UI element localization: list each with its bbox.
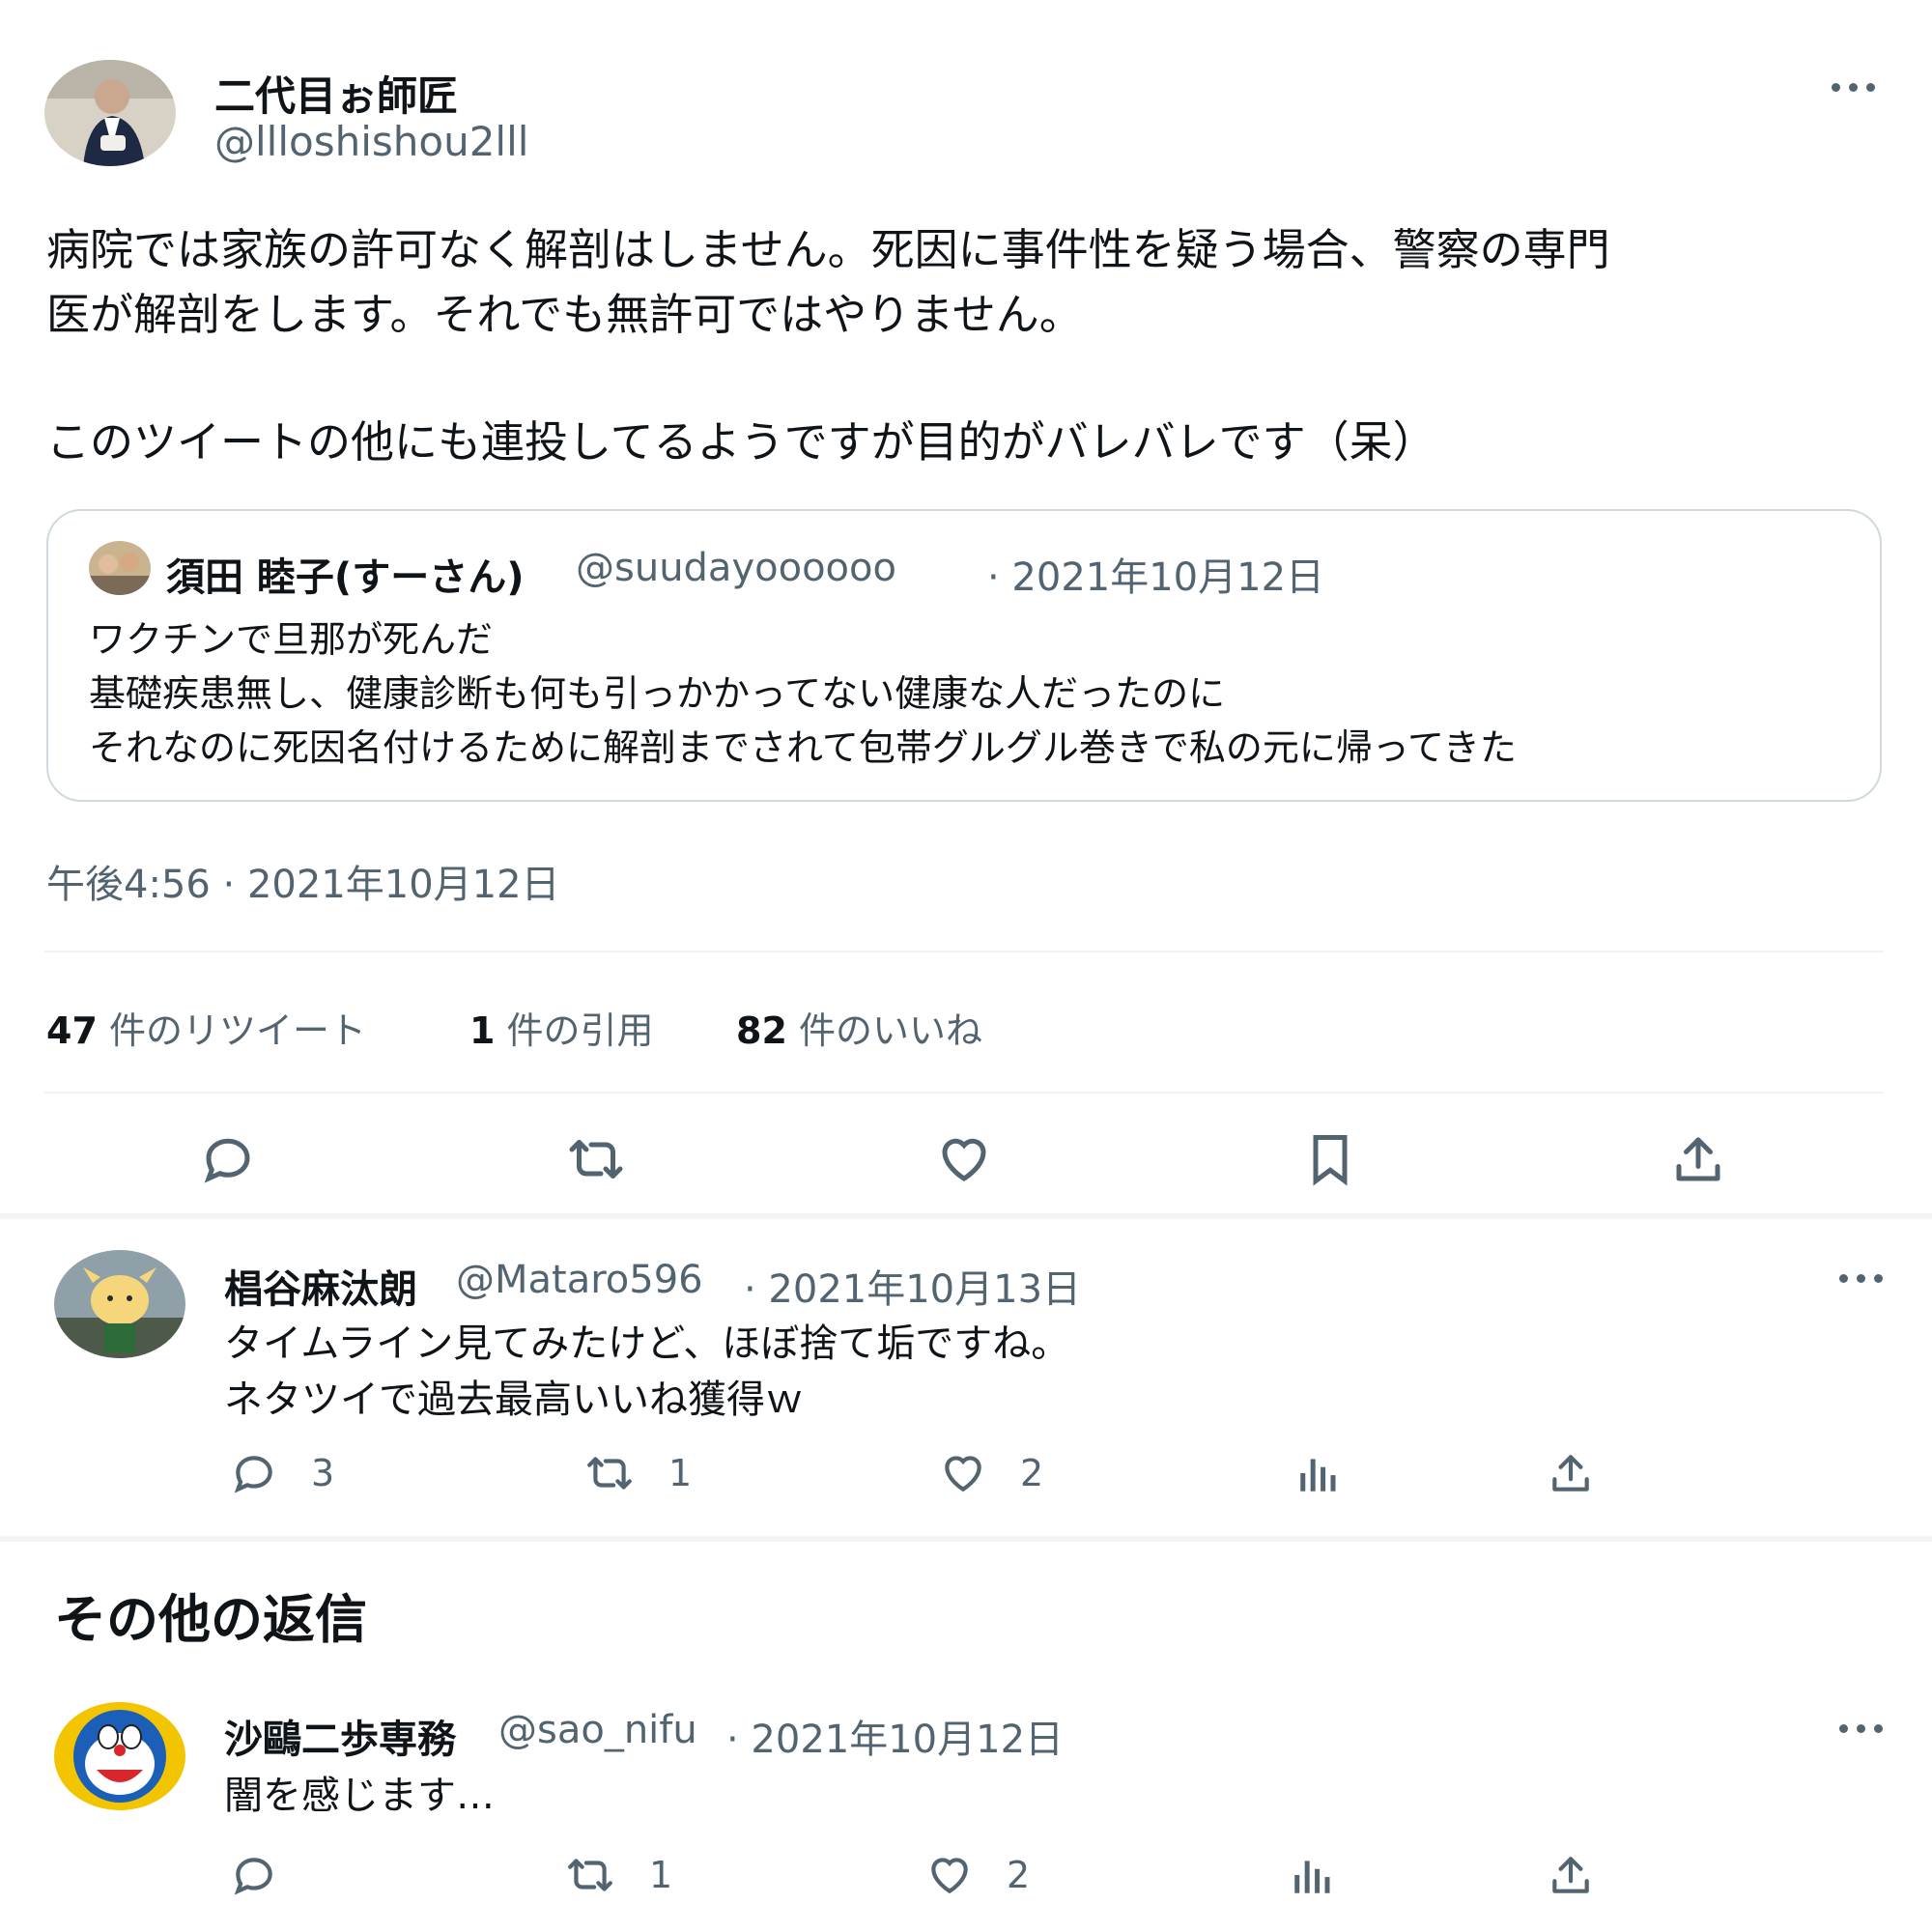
retweets-stat[interactable]: 47 件のリツイート (46, 1001, 366, 1054)
bookmark-icon (1313, 1135, 1348, 1186)
share-icon (1552, 1455, 1589, 1492)
share-button[interactable] (1665, 1130, 1731, 1188)
reply2-retweet-button[interactable]: 1 (560, 1851, 672, 1899)
reply1-display-name[interactable]: 椙谷麻汰朗 (224, 1258, 417, 1314)
reply1-avatar-image (54, 1250, 185, 1358)
views-icon (1300, 1459, 1336, 1492)
quotes-count: 1 (469, 1009, 496, 1052)
quoted-tweet-date: · 2021年10月12日 (987, 555, 1325, 600)
more-replies-heading: その他の返信 (54, 1589, 367, 1650)
quoted-text-line-2: 基礎疾患無し、健康診断も何も引っかかってない健康な人だったのに (89, 672, 1226, 715)
retweet-icon (569, 1140, 623, 1179)
more-options-icon[interactable] (1824, 72, 1882, 101)
reply1-share-button[interactable] (1544, 1449, 1598, 1497)
reply2-more-icon[interactable] (1832, 1714, 1889, 1743)
share-icon (1676, 1137, 1720, 1181)
author-display-name[interactable]: 二代目ぉ師匠 (214, 64, 458, 123)
retweets-label: 件のリツイート (108, 1009, 366, 1052)
reply1-reply-button[interactable]: 3 (226, 1449, 334, 1497)
like-icon (931, 1858, 968, 1894)
quotes-label: 件の引用 (506, 1009, 654, 1052)
reply2-reply-button[interactable] (226, 1851, 282, 1899)
likes-count: 82 (736, 1009, 787, 1052)
reply1-text-line-1: タイムライン見てみたけど、ほぼ捨て垢ですね。 (224, 1321, 1070, 1366)
like-icon (942, 1138, 986, 1181)
section-separator-2 (0, 1536, 1932, 1542)
reply2-like-button[interactable]: 2 (922, 1851, 1030, 1899)
divider-top (44, 951, 1884, 952)
reply1-avatar[interactable] (54, 1250, 185, 1358)
reply2-avatar[interactable] (54, 1702, 185, 1810)
quoted-author-avatar (89, 541, 151, 595)
share-icon (1552, 1857, 1589, 1893)
reply1-text-line-2: ネタツイで過去最高いいね獲得ｗ (224, 1378, 804, 1422)
like-icon (945, 1456, 981, 1492)
like-button[interactable] (931, 1130, 997, 1188)
tweet-text-line-3: このツイートの他にも連投してるようですが目的がバレバレです（呆） (46, 416, 1436, 468)
reply-icon (204, 1138, 250, 1183)
reply-icon (234, 1858, 272, 1895)
reply1-like-count: 2 (1020, 1452, 1044, 1494)
quoted-text-line-3: それなのに死因名付けるために解剖までされて包帯グルグル巻きで私の元に帰ってきた (89, 726, 1517, 769)
reply1-retweet-count: 1 (668, 1452, 693, 1494)
retweet-icon (568, 1859, 612, 1891)
quotes-stat[interactable]: 1 件の引用 (469, 1001, 654, 1054)
retweet-icon (587, 1457, 632, 1490)
quoted-author-handle: @suudayoooooo (576, 546, 896, 590)
reply2-views-button[interactable] (1287, 1851, 1339, 1899)
quoted-author-avatar-image (89, 541, 151, 595)
author-handle[interactable]: @llloshishou2lll (214, 118, 528, 165)
tweet-text-line-1: 病院では家族の許可なく解剖はしません。死因に事件性を疑う場合、警察の専門 (46, 224, 1610, 275)
divider-middle (44, 1092, 1884, 1094)
section-separator (0, 1213, 1932, 1219)
reply2-handle[interactable]: @sao_nifu (498, 1708, 697, 1752)
views-icon (1294, 1861, 1330, 1893)
reply1-retweet-button[interactable]: 1 (580, 1449, 692, 1497)
reply-button[interactable] (195, 1130, 261, 1188)
reply2-display-name[interactable]: 沙鷗二歩専務 (224, 1708, 456, 1764)
reply2-like-count: 2 (1007, 1854, 1031, 1896)
quoted-text-line-1: ワクチンで旦那が死んだ (89, 618, 494, 661)
tweet-timestamp[interactable]: 午後4:56 · 2021年10月12日 (46, 853, 560, 909)
reply2-retweet-count: 1 (649, 1854, 673, 1896)
reply-icon (234, 1456, 272, 1493)
author-avatar[interactable] (44, 60, 176, 166)
reply1-handle[interactable]: @Mataro596 (456, 1258, 703, 1302)
bookmark-button[interactable] (1300, 1130, 1360, 1188)
reply2-text-line-1: 闇を感じます… (224, 1774, 495, 1818)
author-avatar-image (44, 60, 176, 166)
likes-label: 件のいいね (798, 1009, 982, 1052)
reply1-date[interactable]: · 2021年10月13日 (744, 1258, 1081, 1314)
quoted-tweet-card[interactable]: 須田 睦子(すーさん) @suudayoooooo · 2021年10月12日 … (46, 509, 1882, 802)
reply1-views-button[interactable] (1293, 1449, 1345, 1497)
reply2-avatar-image (54, 1702, 185, 1810)
reply2-share-button[interactable] (1544, 1851, 1598, 1899)
tweet-text-line-2: 医が解剖をします。それでも無許可ではやりません。 (46, 289, 1083, 340)
retweets-count: 47 (46, 1009, 98, 1052)
reply1-like-button[interactable]: 2 (935, 1449, 1043, 1497)
retweet-button[interactable] (560, 1130, 632, 1188)
reply1-reply-count: 3 (311, 1452, 335, 1494)
reply2-date[interactable]: · 2021年10月12日 (726, 1708, 1064, 1764)
likes-stat[interactable]: 82 件のいいね (736, 1001, 982, 1054)
reply1-more-icon[interactable] (1832, 1264, 1889, 1293)
quoted-author-name: 須田 睦子(すーさん) (166, 555, 525, 600)
